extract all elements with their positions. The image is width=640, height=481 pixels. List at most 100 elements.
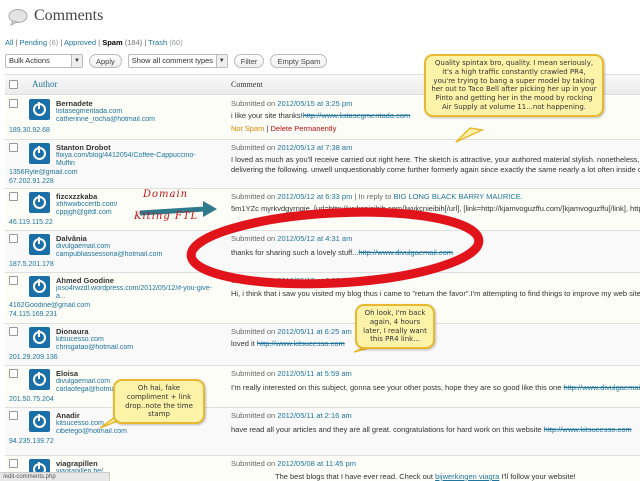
chevron-down-icon: ▼ xyxy=(71,55,82,67)
comment-date-link[interactable]: 2012/05/12 at 6:33 pm xyxy=(277,192,352,201)
author-email[interactable]: cibelego@hotmail.com xyxy=(56,428,127,435)
domain-kiting-label: Domain xyxy=(143,189,189,200)
author-url[interactable]: joso4rwzdl.wordpress.com/2012/05/12/if-y… xyxy=(56,285,212,292)
author-url-cont[interactable]: a... xyxy=(56,293,66,300)
comment-date-link[interactable]: 2012/05/13 at 7:38 am xyxy=(277,143,352,152)
author-name: fizcxzzkaba xyxy=(56,192,98,201)
author-name: Dionaura xyxy=(56,327,89,336)
author-url[interactable]: flixya.com/blog/4412054/Coffee-Cappuccin… xyxy=(56,152,196,159)
filter-all[interactable]: All xyxy=(5,38,13,47)
comment-date-link[interactable]: 2012/05/11 at 6:25 am xyxy=(277,327,352,336)
author-ip[interactable]: 94.235.139.72 xyxy=(9,438,54,445)
empty-spam-button[interactable]: Empty Spam xyxy=(270,54,328,68)
filter-trash[interactable]: Trash (60) xyxy=(148,38,182,47)
author-email[interactable]: chrisgatao@hotmail.com xyxy=(56,344,133,351)
comment-text: I'm really interested on this subject, g… xyxy=(231,383,640,392)
author-ip[interactable]: 46.119.115.22 xyxy=(9,219,53,226)
tablenav: Bulk Actions ▼ Apply Show all comment typ… xyxy=(5,53,328,69)
spam-link[interactable]: http://www.listasegmentada.com xyxy=(303,111,411,120)
submitted-on: Submitted on 2012/05/11 at 6:25 am xyxy=(231,327,352,336)
comment-text: The best blogs that I have ever read. Ch… xyxy=(275,472,576,481)
author-email[interactable]: catherinne_rocha@hotmail.com xyxy=(56,116,155,123)
row-checkbox[interactable] xyxy=(9,192,18,201)
browser-status-bar: /edit-comments.php xyxy=(0,472,110,481)
author-email[interactable]: cppjgh@gifdl.com xyxy=(56,209,112,216)
filter-button[interactable]: Filter xyxy=(233,54,265,68)
author-ip[interactable]: 201.50.75.204 xyxy=(9,396,54,403)
filter-approved[interactable]: Approved xyxy=(64,38,96,47)
comment-type-select[interactable]: Show all comment types ▼ xyxy=(127,54,228,68)
author-name: Eloisa xyxy=(56,369,79,378)
filter-spam[interactable]: Spam (184) xyxy=(102,38,142,47)
submitted-on: Submitted on 2012/05/12 at 6:33 pm | In … xyxy=(231,192,523,201)
avatar xyxy=(29,411,50,432)
author-email[interactable]: 4162Goodine@gmail.com xyxy=(9,302,90,309)
author-url[interactable]: divulgaemail.com xyxy=(56,378,110,385)
table-row: Dionaura kitsucesso.com chrisgatao@hotma… xyxy=(5,324,640,366)
comment-date-link[interactable]: 2012/05/15 at 3:25 pm xyxy=(277,99,352,108)
author-url[interactable]: listasegmentada.com xyxy=(56,108,122,115)
submitted-on: Submitted on 2012/05/08 at 11:45 pm xyxy=(231,459,356,468)
author-name: Bernadete xyxy=(56,99,93,108)
select-all-checkbox[interactable] xyxy=(9,80,18,89)
in-reply-to-link[interactable]: BIG LONG BLACK BARRY MAURICE. xyxy=(393,192,522,201)
author-url-cont[interactable]: Muffin xyxy=(56,160,75,167)
spam-link[interactable]: http://www.kitsucesso.com xyxy=(544,425,632,434)
spam-link[interactable]: http://www.divulgaemail.com xyxy=(358,248,453,257)
comment-text: I loved as much as you'll receive carrie… xyxy=(231,155,640,164)
table-row: Eloisa divulgaemail.com carlaofega@hotma… xyxy=(5,366,640,408)
page-title: Comments xyxy=(34,7,104,24)
column-author[interactable]: Author xyxy=(32,79,58,89)
author-name: Dalvânia xyxy=(56,234,87,243)
apply-button[interactable]: Apply xyxy=(89,54,122,68)
author-ip[interactable]: 187.5.201.178 xyxy=(9,261,54,268)
avatar xyxy=(29,192,50,213)
author-url[interactable]: divulgaemail.com xyxy=(56,243,110,250)
comment-text-cont: delivering the following. unwell unquest… xyxy=(231,165,640,174)
row-checkbox[interactable] xyxy=(9,327,18,336)
row-checkbox[interactable] xyxy=(9,459,18,468)
not-spam-link[interactable]: Not Spam xyxy=(231,124,264,133)
spam-link[interactable]: bijwerkingen viagra xyxy=(435,472,499,481)
status-filters: All | Pending (6) | Approved | Spam (184… xyxy=(5,38,183,47)
author-name: Stanton Drobot xyxy=(56,143,111,152)
author-email[interactable]: carlaofega@hotmail xyxy=(56,386,118,393)
row-checkbox[interactable] xyxy=(9,234,18,243)
author-ip[interactable]: 74.115.169.231 xyxy=(9,311,57,318)
filter-pending[interactable]: Pending (6) xyxy=(19,38,58,47)
comment-text: Hi, i think that i saw you visited my bl… xyxy=(231,289,640,298)
spam-link[interactable]: http://www.kitsucesso.com xyxy=(257,339,345,348)
avatar xyxy=(29,276,50,297)
author-url[interactable]: kitsucesso.com xyxy=(56,420,104,427)
domain-kiting-label-2: Kiting FTL xyxy=(134,211,199,222)
author-ip[interactable]: 189.30.92.68 xyxy=(9,127,50,134)
table-row: Dalvânia divulgaemail.com campubliassess… xyxy=(5,231,640,273)
comments-icon xyxy=(8,9,28,26)
comment-date-link[interactable]: 2012/05/11 at 2:16 am xyxy=(277,411,352,420)
author-email[interactable]: 1356Ryle@gmail.com xyxy=(9,169,78,176)
table-row: Ahmed Goodine joso4rwzdl.wordpress.com/2… xyxy=(5,273,640,324)
row-checkbox[interactable] xyxy=(9,411,18,420)
row-checkbox[interactable] xyxy=(9,369,18,378)
comment-date-link[interactable]: 2012/05/12 at 2:33 am xyxy=(277,276,352,285)
row-checkbox[interactable] xyxy=(9,276,18,285)
comment-date-link[interactable]: 2012/05/11 at 5:59 am xyxy=(277,369,352,378)
submitted-on: Submitted on 2012/05/12 at 4:31 am xyxy=(231,234,353,243)
spam-link[interactable]: http://www.divulgaemail.com xyxy=(563,383,640,392)
author-url[interactable]: kitsucesso.com xyxy=(56,336,104,343)
author-name: Anadir xyxy=(56,411,80,420)
submitted-on: Submitted on 2012/05/11 at 5:59 am xyxy=(231,369,352,378)
bulk-actions-select[interactable]: Bulk Actions ▼ xyxy=(5,54,83,68)
avatar xyxy=(29,99,50,120)
author-ip[interactable]: 67.202.91.228 xyxy=(9,178,54,185)
row-checkbox[interactable] xyxy=(9,99,18,108)
author-url[interactable]: xhhwwbccertb.com/ xyxy=(56,201,117,208)
delete-permanently-link[interactable]: Delete Permanently xyxy=(270,124,336,133)
author-ip[interactable]: 201.29.209.136 xyxy=(9,354,58,361)
author-email[interactable]: campubliassessoria@hotmail.com xyxy=(56,251,162,258)
submitted-on: Submitted on 2012/05/12 at 2:33 am xyxy=(231,276,353,285)
comment-date-link[interactable]: 2012/05/08 at 11:45 pm xyxy=(277,459,356,468)
row-checkbox[interactable] xyxy=(9,143,18,152)
comment-date-link[interactable]: 2012/05/12 at 4:31 am xyxy=(277,234,352,243)
page-header: Comments xyxy=(0,0,640,36)
